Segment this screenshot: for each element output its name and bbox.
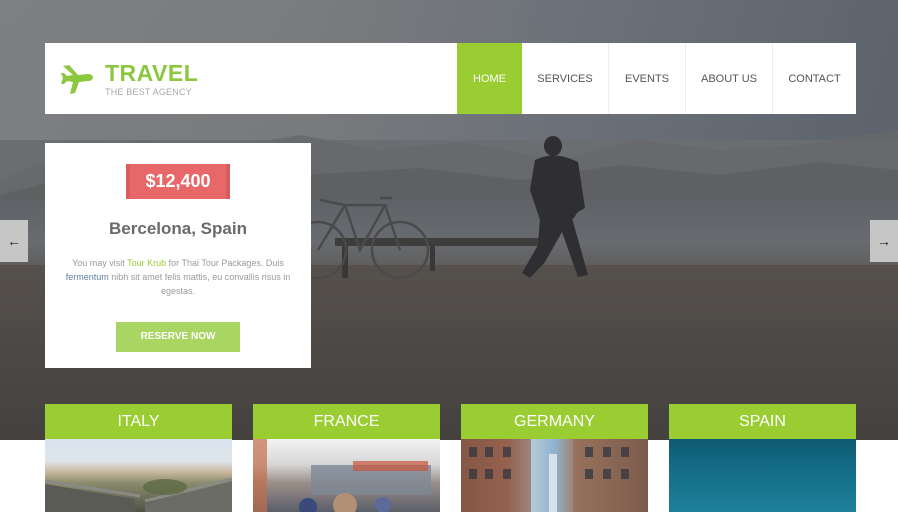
street-image	[253, 439, 431, 512]
nav-item-events[interactable]: EVENTS	[609, 43, 686, 114]
description-text: nibh sit amet felis mattis, eu convallis…	[108, 272, 291, 296]
arrow-left-icon: ←	[7, 233, 21, 249]
person-silhouette	[522, 136, 588, 278]
country-tile-germany[interactable]: GERMANY	[461, 404, 648, 512]
nav-item-contact[interactable]: CONTACT	[773, 43, 856, 114]
country-tile-spain[interactable]: SPAIN	[669, 404, 856, 512]
bridge-image	[45, 477, 232, 512]
brand-title: TRAVEL	[105, 59, 199, 86]
nav-item-services[interactable]: SERVICES	[522, 43, 609, 114]
page: TRAVEL THE BEST AGENCY HOME SERVICES EVE…	[0, 0, 898, 512]
reserve-now-button[interactable]: RESERVE NOW	[116, 322, 240, 352]
description-text: You may visit	[72, 258, 128, 268]
tour-description: You may visit Tour Krub for Thai Tour Pa…	[59, 256, 297, 298]
featured-tour-card: $12,400 Bercelona, Spain You may visit T…	[45, 143, 311, 368]
site-header: TRAVEL THE BEST AGENCY HOME SERVICES EVE…	[45, 43, 856, 114]
next-slide-button[interactable]: →	[870, 220, 898, 262]
fermentum-link[interactable]: fermentum	[66, 272, 109, 282]
main-nav: HOME SERVICES EVENTS ABOUT US CONTACT	[457, 43, 856, 114]
arrow-right-icon: →	[877, 233, 891, 249]
airplane-icon	[61, 64, 93, 94]
prev-slide-button[interactable]: ←	[0, 220, 28, 262]
destination-title: Bercelona, Spain	[109, 219, 247, 238]
country-title[interactable]: GERMANY	[461, 404, 648, 439]
country-tiles: ITALY FRANCE GERMANY SPAIN	[45, 404, 856, 512]
country-title[interactable]: FRANCE	[253, 404, 440, 439]
logo[interactable]: TRAVEL THE BEST AGENCY	[45, 43, 457, 114]
nav-item-home[interactable]: HOME	[457, 43, 522, 114]
country-image-spain[interactable]	[669, 439, 856, 512]
description-text: for Thai Tour Packages. Duis	[166, 258, 284, 268]
tour-krub-link[interactable]: Tour Krub	[127, 258, 166, 268]
buildings-image	[461, 439, 648, 512]
country-tile-france[interactable]: FRANCE	[253, 404, 440, 512]
country-image-italy[interactable]	[45, 439, 232, 512]
country-image-germany[interactable]	[461, 439, 648, 512]
country-tile-italy[interactable]: ITALY	[45, 404, 232, 512]
country-title[interactable]: SPAIN	[669, 404, 856, 439]
country-image-france[interactable]	[253, 439, 440, 512]
nav-item-about-us[interactable]: ABOUT US	[686, 43, 773, 114]
price-badge: $12,400	[126, 164, 230, 199]
country-title[interactable]: ITALY	[45, 404, 232, 439]
brand-subtitle: THE BEST AGENCY	[105, 86, 192, 97]
